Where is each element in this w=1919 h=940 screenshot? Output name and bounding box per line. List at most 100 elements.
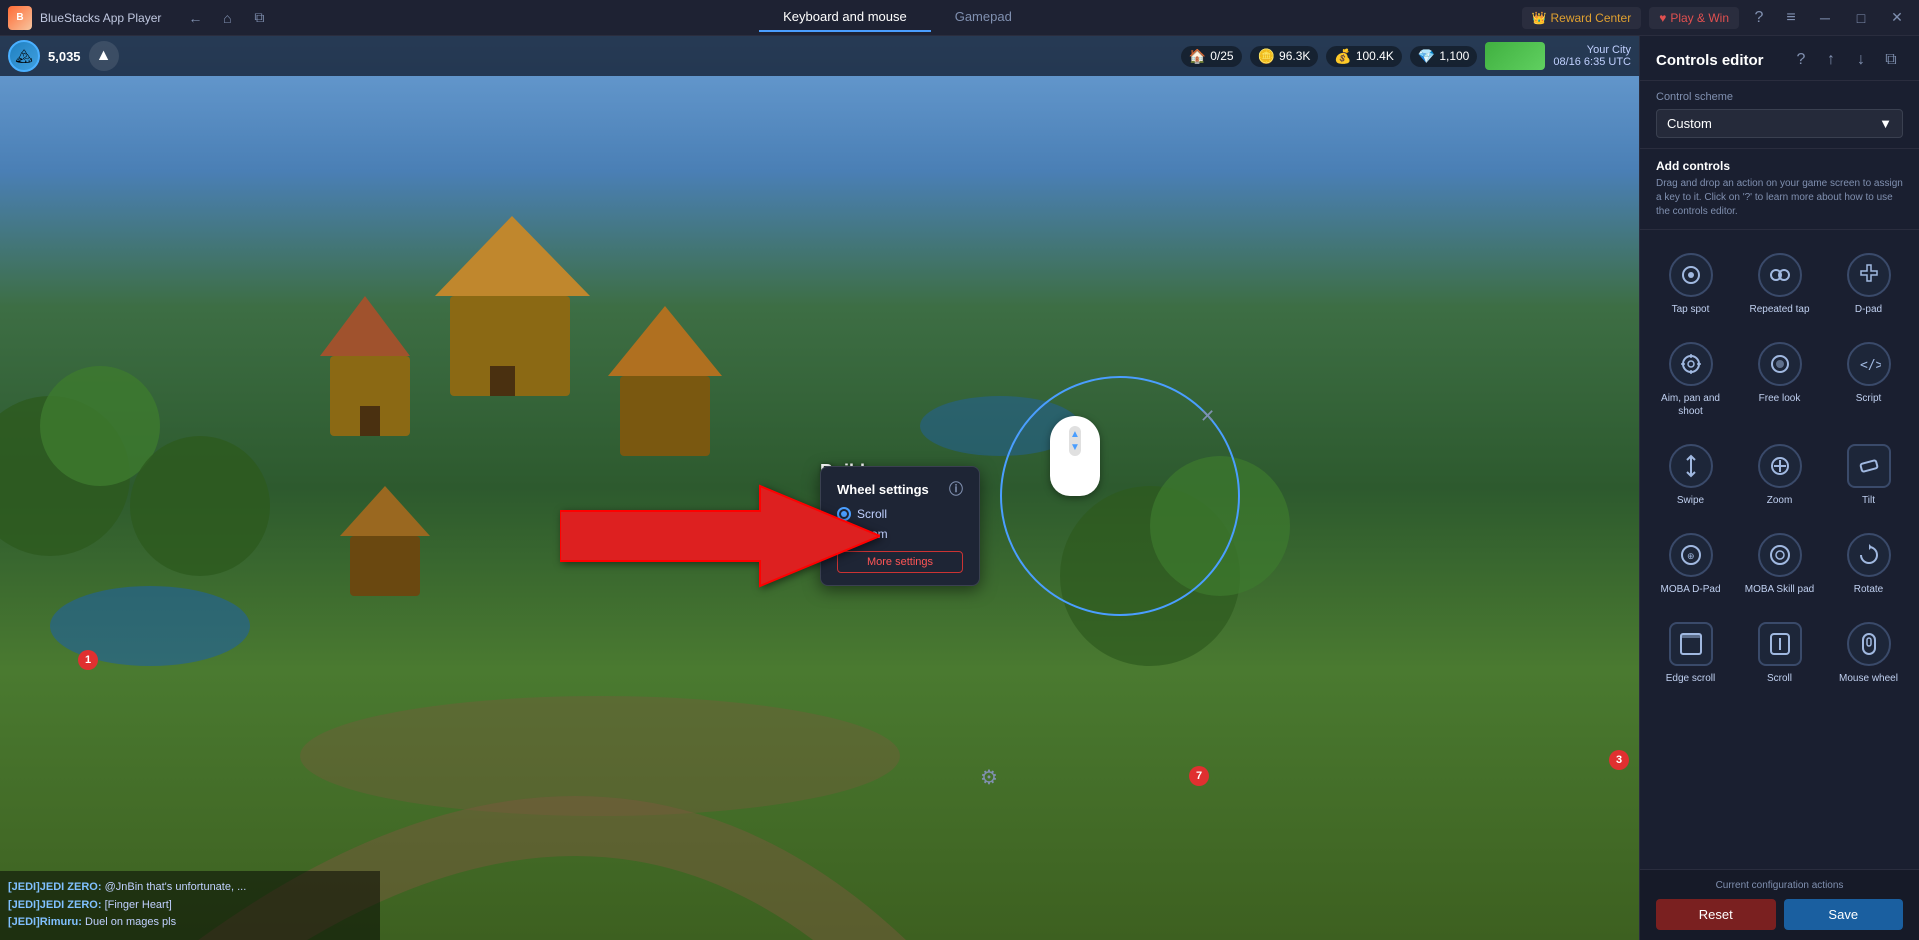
chat-line-2: [JEDI]JEDI ZERO: [Finger Heart] xyxy=(8,897,372,915)
free-look-icon xyxy=(1758,342,1802,386)
scroll-label: Scroll xyxy=(1767,672,1792,685)
d-pad-icon xyxy=(1847,253,1891,297)
popup-info-icon[interactable]: ⓘ xyxy=(949,479,963,499)
up-arrow-button[interactable]: ▲ xyxy=(89,41,119,71)
tilt-icon xyxy=(1847,444,1891,488)
mouse-wheel-icon xyxy=(1847,622,1891,666)
mouse-wheel-arrows: ▲ ▼ xyxy=(1070,429,1080,453)
more-settings-button[interactable]: More settings xyxy=(837,551,963,573)
panel-share-icon[interactable]: ↑ xyxy=(1819,48,1843,72)
help-button[interactable]: ? xyxy=(1747,6,1771,30)
boost-button[interactable] xyxy=(1485,42,1545,70)
control-aim-pan-shoot[interactable]: Aim, pan and shoot xyxy=(1648,331,1733,429)
game-hud: 🏔 5,035 ▲ 🏠 0/25 🪙 96.3K 💰 100.4K xyxy=(0,36,1639,76)
save-button[interactable]: Save xyxy=(1784,899,1904,930)
panel-header: Controls editor ? ↑ ↓ ⧉ xyxy=(1640,36,1919,81)
maximize-button[interactable]: □ xyxy=(1847,4,1875,32)
scroll-icon xyxy=(1758,622,1802,666)
repeated-tap-icon xyxy=(1758,253,1802,297)
badge-3: 3 xyxy=(1609,750,1629,770)
control-rotate[interactable]: Rotate xyxy=(1826,522,1911,607)
footer-buttons: Reset Save xyxy=(1656,899,1903,930)
player-score: 5,035 xyxy=(48,49,81,64)
add-controls-title: Add controls xyxy=(1656,159,1903,173)
nav-buttons: ← ⌂ ⧉ xyxy=(181,4,273,32)
reset-button[interactable]: Reset xyxy=(1656,899,1776,930)
aim-pan-shoot-icon xyxy=(1669,342,1713,386)
home-button[interactable]: ⌂ xyxy=(213,4,241,32)
zoom-radio[interactable] xyxy=(837,527,851,541)
panel-copy-icon[interactable]: ⧉ xyxy=(1879,48,1903,72)
svg-text:</>: </> xyxy=(1860,358,1881,373)
moba-skill-pad-label: MOBA Skill pad xyxy=(1745,583,1814,596)
reward-center-button[interactable]: 👑 Reward Center xyxy=(1522,7,1642,29)
windows-button[interactable]: ⧉ xyxy=(245,4,273,32)
aim-pan-shoot-label: Aim, pan and shoot xyxy=(1655,392,1726,418)
tap-spot-label: Tap spot xyxy=(1672,303,1710,316)
control-moba-skill-pad[interactable]: MOBA Skill pad xyxy=(1737,522,1822,607)
mouse-visual: ▲ ▼ xyxy=(1050,416,1100,496)
control-edge-scroll[interactable]: Edge scroll xyxy=(1648,611,1733,696)
chevron-down-icon: ▼ xyxy=(1879,116,1892,131)
tilt-label: Tilt xyxy=(1862,494,1875,507)
add-controls-section: Add controls Drag and drop an action on … xyxy=(1640,149,1919,230)
panel-help-icon[interactable]: ? xyxy=(1789,48,1813,72)
city-info: Your City 08/16 6:35 UTC xyxy=(1553,44,1631,68)
free-look-label: Free look xyxy=(1759,392,1801,405)
control-tilt[interactable]: Tilt xyxy=(1826,433,1911,518)
game-background: 🏔 5,035 ▲ 🏠 0/25 🪙 96.3K 💰 100.4K xyxy=(0,36,1639,940)
badge-1: 1 xyxy=(78,650,98,670)
swipe-label: Swipe xyxy=(1677,494,1704,507)
d-pad-label: D-pad xyxy=(1855,303,1882,316)
control-moba-d-pad[interactable]: ⊕ MOBA D-Pad xyxy=(1648,522,1733,607)
hud-resource-gems: 💎 1,100 xyxy=(1410,46,1477,67)
zoom-icon xyxy=(1758,444,1802,488)
hud-resource-gold: 💰 100.4K xyxy=(1326,46,1401,67)
menu-button[interactable]: ≡ xyxy=(1779,6,1803,30)
game-area[interactable]: 🏔 5,035 ▲ 🏠 0/25 🪙 96.3K 💰 100.4K xyxy=(0,36,1639,940)
wheel-settings-popup: Wheel settings ⓘ Scroll Zoom More settin… xyxy=(820,466,980,586)
control-free-look[interactable]: Free look xyxy=(1737,331,1822,429)
control-mouse-wheel[interactable]: Mouse wheel xyxy=(1826,611,1911,696)
popup-title: Wheel settings ⓘ xyxy=(837,479,963,499)
add-controls-desc: Drag and drop an action on your game scr… xyxy=(1656,177,1903,219)
chat-line-3: [JEDI]Rimuru: Duel on mages pls xyxy=(8,914,372,932)
panel-header-icons: ? ↑ ↓ ⧉ xyxy=(1789,48,1903,72)
scroll-radio[interactable] xyxy=(837,507,851,521)
main-content: 🏔 5,035 ▲ 🏠 0/25 🪙 96.3K 💰 100.4K xyxy=(0,36,1919,940)
moba-d-pad-icon: ⊕ xyxy=(1669,533,1713,577)
rotate-icon xyxy=(1847,533,1891,577)
script-icon: </> xyxy=(1847,342,1891,386)
zoom-label: Zoom xyxy=(1767,494,1793,507)
hud-resource-coins: 🪙 96.3K xyxy=(1250,46,1319,67)
edge-scroll-label: Edge scroll xyxy=(1666,672,1715,685)
tab-keyboard-mouse[interactable]: Keyboard and mouse xyxy=(759,3,931,32)
control-repeated-tap[interactable]: Repeated tap xyxy=(1737,242,1822,327)
control-scroll[interactable]: Scroll xyxy=(1737,611,1822,696)
zoom-option[interactable]: Zoom xyxy=(837,527,963,541)
scroll-option[interactable]: Scroll xyxy=(837,507,963,521)
svg-text:⊕: ⊕ xyxy=(1687,551,1695,561)
back-button[interactable]: ← xyxy=(181,4,209,32)
header-right-buttons: 👑 Reward Center ♥ Play & Win ? ≡ ─ □ ✕ xyxy=(1522,4,1911,32)
game-gear-icon[interactable]: ⚙ xyxy=(980,765,998,790)
control-d-pad[interactable]: D-pad xyxy=(1826,242,1911,327)
config-actions-label: Current configuration actions xyxy=(1656,880,1903,891)
control-swipe[interactable]: Swipe xyxy=(1648,433,1733,518)
app-name: BlueStacks App Player xyxy=(40,11,161,25)
scheme-section: Control scheme Custom ▼ xyxy=(1640,81,1919,149)
chat-line-1: [JEDI]JEDI ZERO: @JnBin that's unfortuna… xyxy=(8,879,372,897)
panel-import-icon[interactable]: ↓ xyxy=(1849,48,1873,72)
mouse-wheel-label: Mouse wheel xyxy=(1839,672,1898,685)
tap-spot-icon xyxy=(1669,253,1713,297)
tab-gamepad[interactable]: Gamepad xyxy=(931,3,1036,32)
control-tap-spot[interactable]: Tap spot xyxy=(1648,242,1733,327)
scheme-select[interactable]: Custom ▼ xyxy=(1656,109,1903,138)
minimize-button[interactable]: ─ xyxy=(1811,4,1839,32)
play-win-button[interactable]: ♥ Play & Win xyxy=(1649,7,1739,29)
close-button[interactable]: ✕ xyxy=(1883,4,1911,32)
control-script[interactable]: </> Script xyxy=(1826,331,1911,429)
control-zoom[interactable]: Zoom xyxy=(1737,433,1822,518)
area-close-button[interactable]: ✕ xyxy=(1200,406,1215,427)
chat-box: [JEDI]JEDI ZERO: @JnBin that's unfortuna… xyxy=(0,871,380,940)
